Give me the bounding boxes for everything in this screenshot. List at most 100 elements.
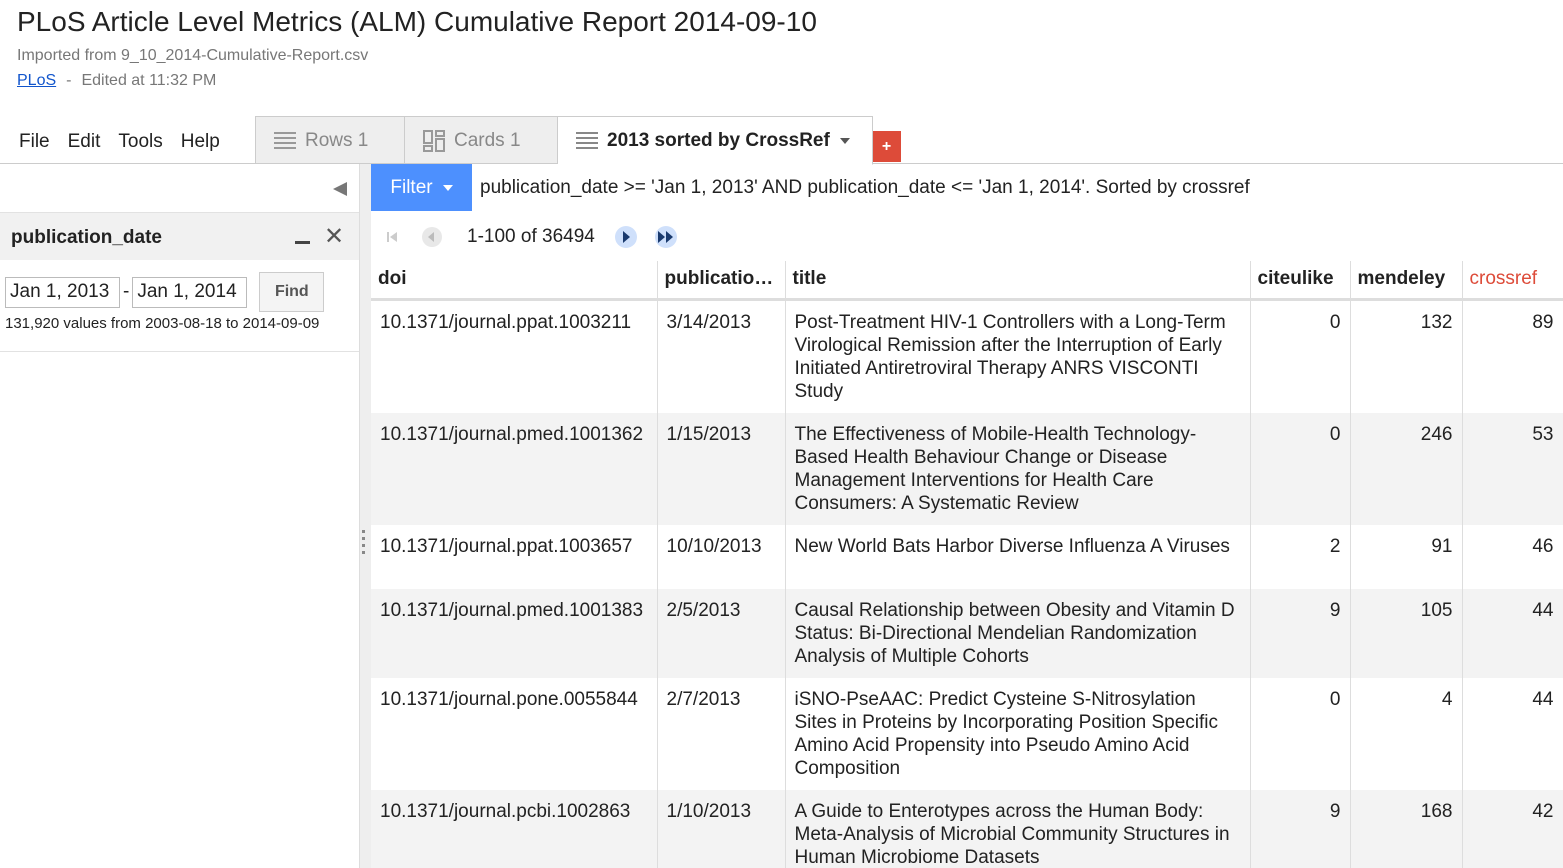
cell-crossref: 89 <box>1462 299 1563 413</box>
meta-separator: - <box>66 72 72 89</box>
cell-crossref: 44 <box>1462 588 1563 678</box>
document-meta: PLoS - Edited at 11:32 PM <box>17 72 216 90</box>
import-source: Imported from 9_10_2014-Cumulative-Repor… <box>17 47 369 64</box>
menu-file[interactable]: File <box>19 131 50 153</box>
table-row[interactable]: 10.1371/journal.pmed.1001383 2/5/2013 Ca… <box>371 588 1563 678</box>
date-from-input[interactable] <box>5 276 120 308</box>
cell-doi: 10.1371/journal.pmed.1001383 <box>371 588 658 678</box>
minimize-icon[interactable] <box>295 241 310 244</box>
table-row[interactable]: 10.1371/journal.pcbi.1002863 1/10/2013 A… <box>371 789 1563 868</box>
tab-cards[interactable]: Cards 1 <box>405 116 558 164</box>
column-header-title[interactable]: title <box>785 261 1251 301</box>
cell-date: 10/10/2013 <box>657 524 786 589</box>
column-header-mendeley[interactable]: mendeley <box>1350 261 1463 301</box>
facet-header: publication_date ✕ <box>0 212 359 260</box>
find-button[interactable]: Find <box>259 272 325 312</box>
main-panel: Filter publication_date >= 'Jan 1, 2013'… <box>371 164 1563 868</box>
cell-mendeley: 132 <box>1350 299 1463 413</box>
document-header: PLoS Article Level Metrics (ALM) Cumulat… <box>0 0 1563 165</box>
cell-crossref: 42 <box>1462 789 1563 868</box>
cell-citeulike: 0 <box>1250 412 1351 525</box>
column-header-doi[interactable]: doi <box>371 261 658 301</box>
tab-rows-label: Rows 1 <box>305 129 369 151</box>
tab-rows[interactable]: Rows 1 <box>255 116 405 164</box>
tab-cards-label: Cards 1 <box>454 129 521 151</box>
cell-doi: 10.1371/journal.ppat.1003211 <box>371 299 658 413</box>
cell-crossref: 53 <box>1462 412 1563 525</box>
pager: 1-100 of 36494 <box>379 222 679 252</box>
menu-bar: File Edit Tools Help <box>19 131 220 153</box>
page-range: 1-100 of 36494 <box>467 226 595 247</box>
edited-time: Edited at 11:32 PM <box>81 72 217 89</box>
cell-mendeley: 4 <box>1350 677 1463 790</box>
owner-link[interactable]: PLoS <box>17 72 56 89</box>
cell-mendeley: 246 <box>1350 412 1463 525</box>
column-header-citeulike[interactable]: citeulike <box>1250 261 1351 301</box>
table-row[interactable]: 10.1371/journal.pmed.1001362 1/15/2013 T… <box>371 412 1563 525</box>
table-row[interactable]: 10.1371/journal.ppat.1003657 10/10/2013 … <box>371 524 1563 589</box>
table-header-row: doi publicatio… title citeulike mendeley… <box>371 261 1563 301</box>
tab-2013-sorted[interactable]: 2013 sorted by CrossRef <box>558 116 873 165</box>
cell-date: 1/10/2013 <box>657 789 786 868</box>
range-dash: - <box>123 281 130 302</box>
cell-date: 2/7/2013 <box>657 677 786 790</box>
cell-crossref: 46 <box>1462 524 1563 589</box>
cell-citeulike: 0 <box>1250 299 1351 413</box>
panel-splitter[interactable] <box>359 164 371 868</box>
cell-mendeley: 91 <box>1350 524 1463 589</box>
rows-icon <box>274 131 296 151</box>
filter-sidebar: publication_date ✕ - Find 131,920 values… <box>0 164 359 868</box>
column-header-crossref[interactable]: crossref <box>1462 261 1563 301</box>
next-page-icon[interactable] <box>613 224 639 250</box>
cell-doi: 10.1371/journal.ppat.1003657 <box>371 524 658 589</box>
first-page-icon[interactable] <box>379 224 405 250</box>
collapse-sidebar-icon[interactable] <box>333 182 347 196</box>
facet-summary: 131,920 values from 2003-08-18 to 2014-0… <box>5 315 320 332</box>
close-icon[interactable]: ✕ <box>324 225 344 249</box>
chevron-down-icon[interactable] <box>839 137 850 144</box>
tab-2013-sorted-label: 2013 sorted by CrossRef <box>607 129 830 151</box>
cell-title: Causal Relationship between Obesity and … <box>785 588 1251 678</box>
cards-icon <box>423 129 445 152</box>
table-row[interactable]: 10.1371/journal.ppat.1003211 3/14/2013 P… <box>371 299 1563 413</box>
column-header-publication-date[interactable]: publicatio… <box>657 261 786 301</box>
cell-citeulike: 2 <box>1250 524 1351 589</box>
facet-divider <box>0 351 359 352</box>
cell-mendeley: 168 <box>1350 789 1463 868</box>
cell-mendeley: 105 <box>1350 588 1463 678</box>
view-tabs: Rows 1 Cards 1 2013 sorted by CrossRef <box>255 116 873 165</box>
cell-date: 3/14/2013 <box>657 299 786 413</box>
chevron-down-icon <box>442 184 453 191</box>
previous-page-icon[interactable] <box>419 224 445 250</box>
cell-date: 1/15/2013 <box>657 412 786 525</box>
document-title: PLoS Article Level Metrics (ALM) Cumulat… <box>17 6 817 37</box>
menu-help[interactable]: Help <box>181 131 220 153</box>
cell-title: The Effectiveness of Mobile-Health Techn… <box>785 412 1251 525</box>
cell-doi: 10.1371/journal.pone.0055844 <box>371 677 658 790</box>
menu-edit[interactable]: Edit <box>68 131 101 153</box>
filter-button[interactable]: Filter <box>371 164 472 211</box>
rows-icon <box>576 131 598 151</box>
last-page-icon[interactable] <box>653 224 679 250</box>
cell-crossref: 44 <box>1462 677 1563 790</box>
cell-title: Post-Treatment HIV-1 Controllers with a … <box>785 299 1251 413</box>
table-row[interactable]: 10.1371/journal.pone.0055844 2/7/2013 iS… <box>371 677 1563 790</box>
results-table: doi publicatio… title citeulike mendeley… <box>371 261 1563 868</box>
add-tab-button[interactable]: + <box>872 131 901 162</box>
filter-button-label: Filter <box>390 176 433 198</box>
date-to-input[interactable] <box>132 276 248 308</box>
cell-doi: 10.1371/journal.pmed.1001362 <box>371 412 658 525</box>
facet-title: publication_date <box>11 227 162 248</box>
menu-tools[interactable]: Tools <box>118 131 162 153</box>
date-range: - Find <box>5 272 325 312</box>
cell-citeulike: 0 <box>1250 677 1351 790</box>
cell-title: New World Bats Harbor Diverse Influenza … <box>785 524 1251 589</box>
filter-expression: publication_date >= 'Jan 1, 2013' AND pu… <box>480 177 1250 198</box>
cell-citeulike: 9 <box>1250 789 1351 868</box>
cell-date: 2/5/2013 <box>657 588 786 678</box>
cell-title: iSNO-PseAAC: Predict Cysteine S-Nitrosyl… <box>785 677 1251 790</box>
drag-handle-icon[interactable] <box>362 530 368 560</box>
cell-citeulike: 9 <box>1250 588 1351 678</box>
cell-title: A Guide to Enterotypes across the Human … <box>785 789 1251 868</box>
cell-doi: 10.1371/journal.pcbi.1002863 <box>371 789 658 868</box>
